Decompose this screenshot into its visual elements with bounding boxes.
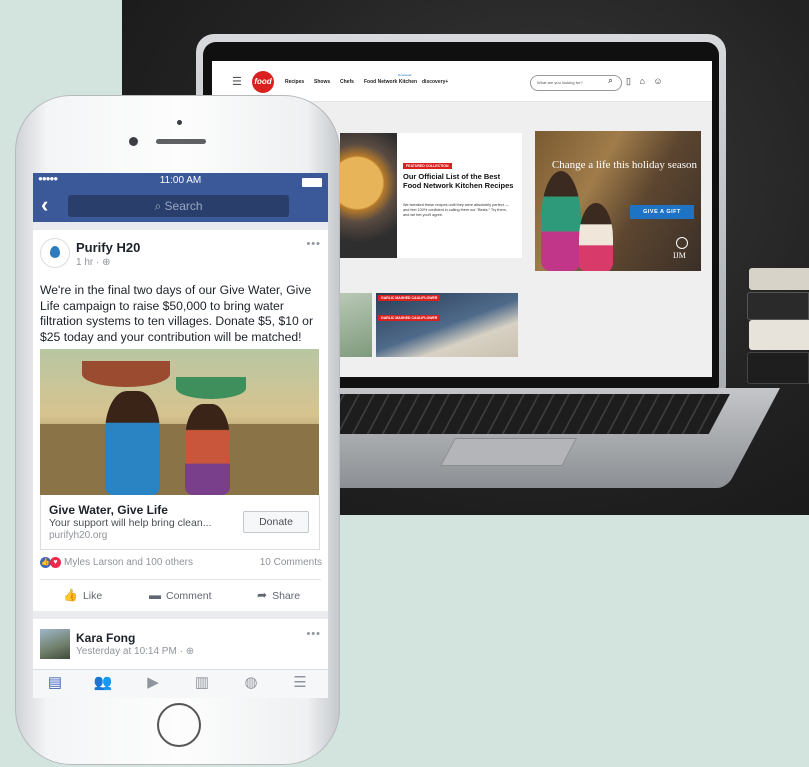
water-drop-icon <box>50 246 60 258</box>
ad-person <box>541 171 581 271</box>
phone-front-camera <box>129 137 138 146</box>
divider <box>40 579 321 580</box>
more-options-icon[interactable]: ••• <box>306 238 321 250</box>
book <box>749 320 809 350</box>
featured-collection-card[interactable]: FEATURED COLLECTION Our Official List of… <box>397 133 522 258</box>
feed-post: Kara Fong Yesterday at 10:14 PM · ⊕ ••• <box>33 619 328 669</box>
book <box>747 292 809 320</box>
nav-link-discovery[interactable]: discovery+ <box>422 79 448 85</box>
page-name[interactable]: Purify H20 <box>76 240 140 255</box>
nav-link-shows[interactable]: Shows <box>314 79 330 85</box>
link-url: purifyh20.org <box>49 530 108 541</box>
like-button[interactable]: 👍 Like <box>63 588 102 602</box>
menu-icon[interactable]: ☰ <box>290 674 310 692</box>
donate-button[interactable]: Donate <box>243 511 309 533</box>
sponsored-post: Purify H20 1 hr · ⊕ ••• We're in the fin… <box>33 230 328 611</box>
ijm-ad[interactable]: Change a life this holiday season GIVE A… <box>535 131 701 271</box>
news-feed-icon[interactable]: ▤ <box>45 674 65 692</box>
recipe-tile[interactable] <box>340 293 372 357</box>
phone-home-button[interactable] <box>157 703 201 747</box>
search-placeholder-text: Search <box>164 199 203 213</box>
comment-button[interactable]: ▬ Comment <box>149 588 212 602</box>
share-icon: ➦ <box>257 588 268 602</box>
status-time: 11:00 AM <box>159 175 202 186</box>
thumbs-up-icon: 👍 <box>63 588 78 602</box>
bowl <box>176 377 246 399</box>
featured-title[interactable]: Our Official List of the Best Food Netwo… <box>403 172 519 190</box>
search-placeholder: What are you looking for? <box>537 80 583 85</box>
globe-icon <box>676 237 688 249</box>
recipe-tile-cauliflower[interactable]: GARLIC MASHED CAULIFLOWER GARLIC MASHED … <box>376 293 518 357</box>
search-placeholder: ⌕ Search <box>68 199 289 214</box>
notifications-globe-icon[interactable]: ◍ <box>241 674 261 692</box>
love-reaction-icon: ♥ <box>50 557 61 568</box>
featured-description: We tweaked these recipes until they were… <box>403 203 509 217</box>
reactions-text[interactable]: Myles Larson and 100 others <box>64 557 193 568</box>
marketplace-icon[interactable]: ▥ <box>192 674 212 692</box>
globe-icon: ⊕ <box>185 646 195 657</box>
post-image[interactable] <box>40 349 319 495</box>
facebook-app: ●●●●● 11:00 AM ‹ ⌕ Search Purify H20 1 h… <box>33 173 328 698</box>
scene: ☰ food Recipes Shows Chefs Food Network … <box>0 0 809 767</box>
ad-child <box>579 203 613 271</box>
more-options-icon[interactable]: ••• <box>306 628 321 640</box>
ad-headline: Change a life this holiday season <box>551 159 697 171</box>
featured-badge: FEATURED COLLECTION <box>403 163 452 169</box>
author-name[interactable]: Kara Fong <box>76 631 135 645</box>
reactions-bar[interactable]: 👍 ♥ Myles Larson and 100 others 10 Comme… <box>40 556 322 570</box>
phone-sensor <box>177 120 182 125</box>
site-logo[interactable]: food <box>252 71 274 93</box>
battery-icon <box>302 178 322 187</box>
give-gift-button[interactable]: GIVE A GIFT <box>630 205 694 219</box>
ad-logo: IJM <box>673 251 686 260</box>
book-stack <box>747 268 809 398</box>
header-icons[interactable]: ▯ ⌂ ☺ <box>626 76 666 87</box>
laptop-keyboard <box>308 394 730 434</box>
featured-food-image[interactable] <box>340 133 397 258</box>
recipe-tag: GARLIC MASHED CAULIFLOWER <box>378 315 441 321</box>
girl <box>105 391 160 495</box>
hamburger-icon[interactable]: ☰ <box>232 75 242 88</box>
post-time: Yesterday at 10:14 PM · ⊕ <box>76 646 194 657</box>
nav-download-badge: Download <box>398 73 412 77</box>
page-avatar[interactable] <box>40 238 70 268</box>
status-bar: ●●●●● 11:00 AM <box>33 173 328 189</box>
share-label: Share <box>272 590 301 602</box>
like-label: Like <box>82 590 103 602</box>
laptop-touchpad <box>440 438 577 466</box>
bottom-tab-bar: ▤ 👥 ▶ ▥ ◍ ☰ <box>33 669 328 698</box>
nav-link-recipes[interactable]: Recipes <box>285 79 304 85</box>
globe-icon: ⊕ <box>102 257 111 268</box>
bowl <box>82 361 170 387</box>
recipe-tag: GARLIC MASHED CAULIFLOWER <box>378 295 441 301</box>
girl <box>185 404 230 495</box>
comments-count[interactable]: 10 Comments <box>260 557 322 568</box>
book <box>749 268 809 290</box>
search-input[interactable]: ⌕ Search <box>68 195 289 217</box>
post-text: We're in the final two days of our Give … <box>40 283 314 344</box>
phone-earpiece <box>156 139 206 144</box>
search-icon: ⌕ <box>154 199 162 213</box>
friends-icon[interactable]: 👥 <box>93 674 113 692</box>
back-icon[interactable]: ‹ <box>41 192 48 218</box>
comment-icon: ▬ <box>149 588 161 602</box>
link-title: Give Water, Give Life <box>49 503 168 517</box>
nav-link-chefs[interactable]: Chefs <box>340 79 354 85</box>
nav-link-kitchen[interactable]: Food Network Kitchen <box>364 79 417 85</box>
avatar[interactable] <box>40 629 70 659</box>
link-description: Your support will help bring clean... <box>49 517 212 529</box>
book <box>747 352 809 384</box>
search-icon[interactable]: ⌕ <box>608 75 613 86</box>
share-button[interactable]: ➦ Share <box>257 588 300 602</box>
watch-icon[interactable]: ▶ <box>143 674 163 692</box>
link-preview[interactable]: Give Water, Give Life Your support will … <box>40 495 320 550</box>
app-header: ‹ ⌕ Search <box>33 189 328 222</box>
comment-label: Comment <box>166 590 212 602</box>
post-time-text: Yesterday at 10:14 PM · <box>76 646 186 657</box>
post-time: 1 hr · ⊕ <box>76 257 111 268</box>
post-time-text: 1 hr · <box>76 257 103 268</box>
ground <box>40 424 319 495</box>
